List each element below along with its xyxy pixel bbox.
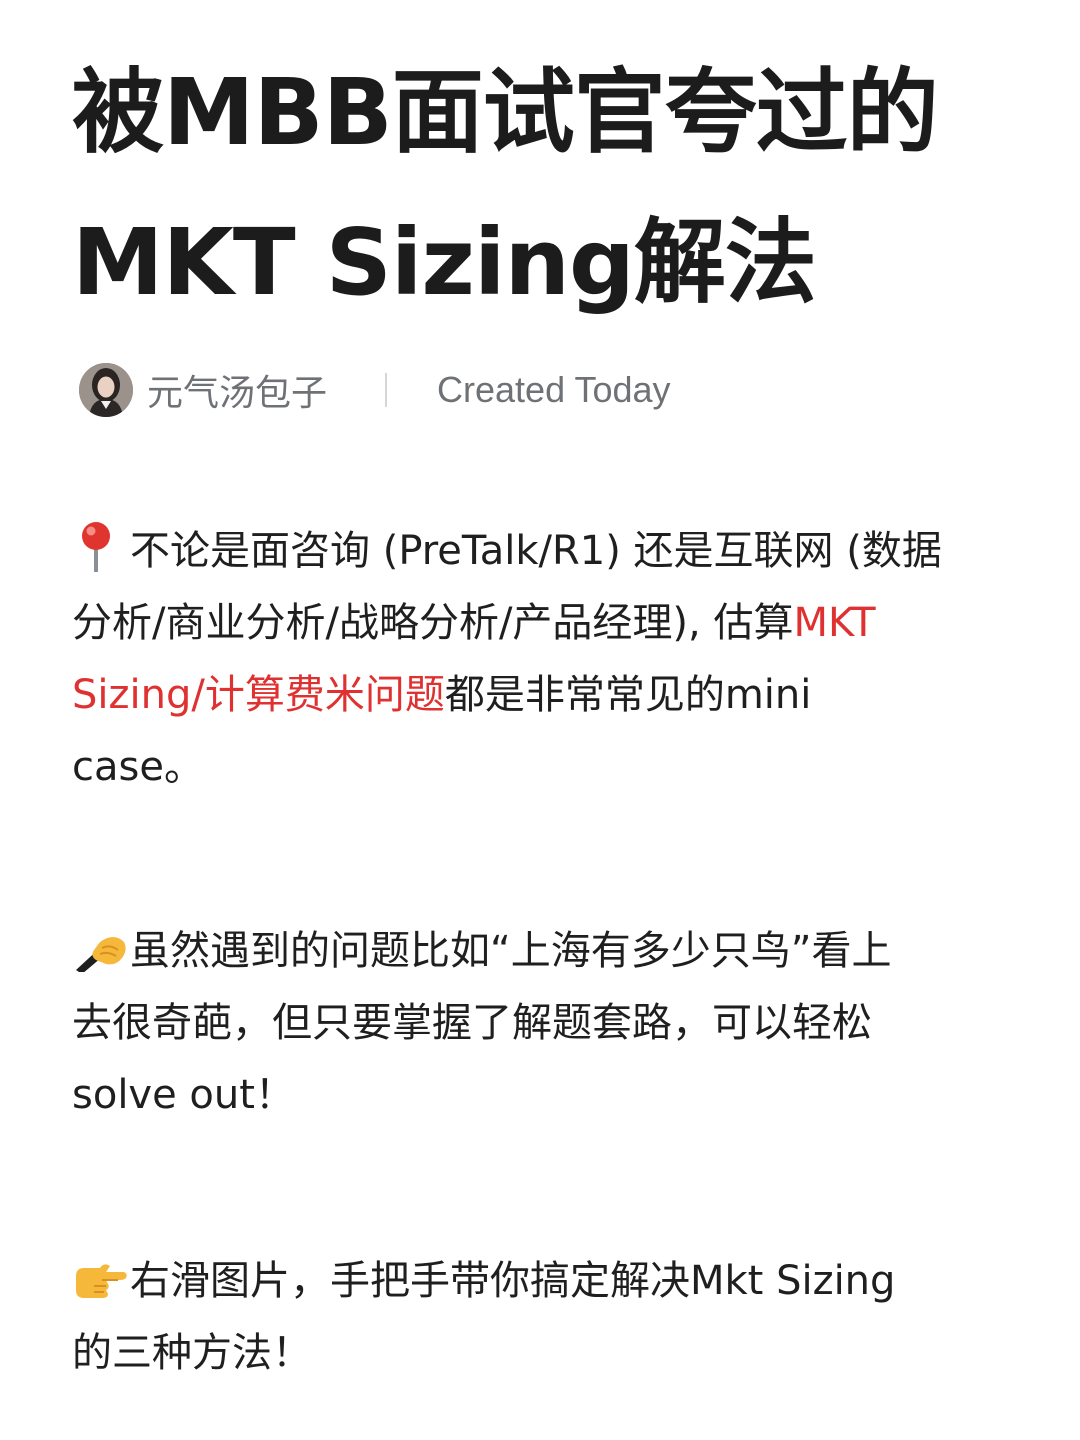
created-date: Created Today	[437, 369, 671, 410]
post-title-line-1: 被MBB面试官夸过的	[72, 59, 939, 166]
paragraph-example: 虽然遇到的问题比如“上海有多少只鸟”看上 去很奇葩，但只要掌握了解题套路，可以轻…	[72, 915, 1012, 1131]
paragraph-line: solve out！	[72, 1072, 295, 1118]
paragraph-line: 去很奇葩，但只要掌握了解题套路，可以轻松	[72, 1000, 872, 1046]
paragraph-line: 分析/商业分析/战略分析/产品经理), 估算MKT	[72, 600, 876, 646]
paragraph-line: 不论是面咨询 (PreTalk/R1) 还是互联网 (数据	[72, 515, 1012, 587]
paragraph-line: Sizing/计算费米问题都是非常常见的mini	[72, 672, 812, 718]
author-name[interactable]: 元气汤包子	[147, 364, 327, 416]
writing-hand-icon	[72, 924, 130, 972]
pointing-right-icon	[72, 1258, 130, 1302]
paragraph-line: 右滑图片，手把手带你搞定解决Mkt Sizing	[72, 1245, 1012, 1317]
paragraph-line: 虽然遇到的问题比如“上海有多少只鸟”看上	[72, 915, 1012, 987]
post-title: 被MBB面试官夸过的 MKT Sizing解法	[72, 38, 1032, 338]
avatar[interactable]	[79, 363, 133, 417]
post-title-line-2: MKT Sizing解法	[72, 209, 817, 316]
post-meta: 元气汤包子 Created Today	[79, 362, 671, 418]
paragraph-line: 的三种方法！	[72, 1330, 312, 1376]
highlight-text: MKT	[793, 600, 876, 646]
paragraph-intro: 不论是面咨询 (PreTalk/R1) 还是互联网 (数据 分析/商业分析/战略…	[72, 515, 1012, 803]
highlight-text: Sizing/计算费米问题	[72, 672, 445, 718]
paragraph-cta: 右滑图片，手把手带你搞定解决Mkt Sizing 的三种方法！	[72, 1245, 1012, 1389]
round-pushpin-icon	[72, 520, 130, 572]
paragraph-line: case。	[72, 744, 204, 790]
meta-divider	[385, 373, 388, 407]
